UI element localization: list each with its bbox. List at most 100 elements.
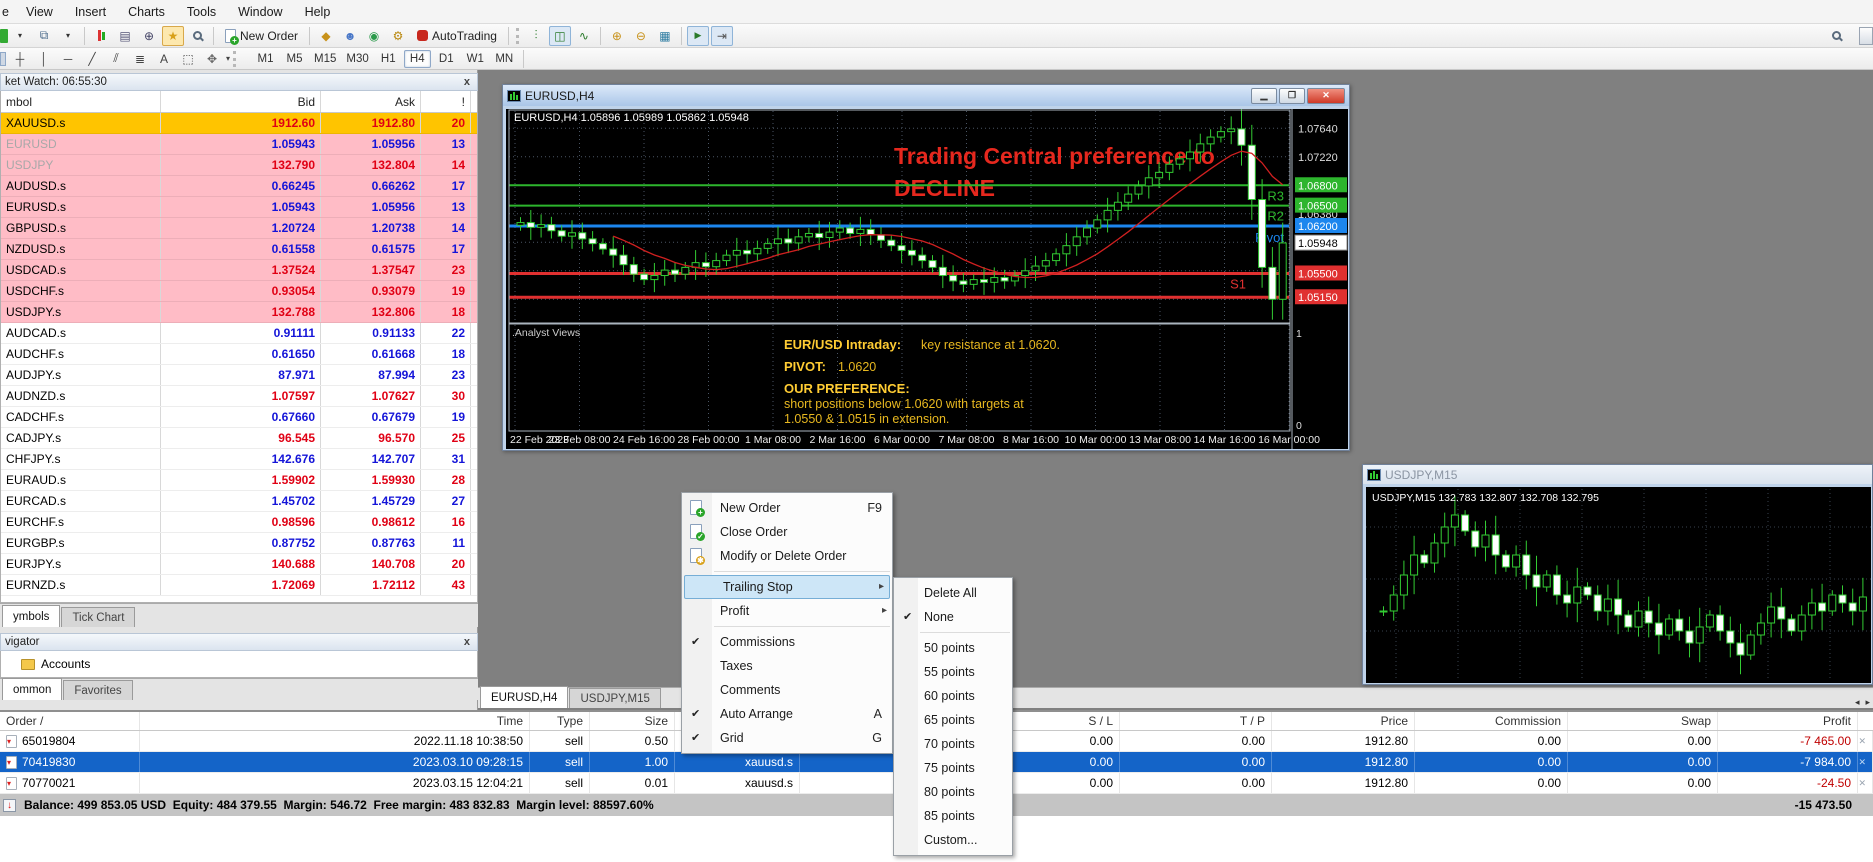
mql-community-icon[interactable]: ☻ <box>339 26 361 46</box>
market-watch-row[interactable]: AUDJPY.s87.97187.99423 <box>1 365 477 386</box>
candlestick-type-icon[interactable]: ◫ <box>549 26 571 46</box>
market-watch-row[interactable]: USDJPY132.790132.80414 <box>1 155 477 176</box>
text-icon[interactable]: A <box>153 49 175 69</box>
usdjpy-chart-area[interactable]: USDJPY,M15 132.783 132.807 132.708 132.7… <box>1366 487 1871 683</box>
menu-item-65points[interactable]: 65 points <box>894 708 1012 732</box>
eurusd-titlebar[interactable]: EURUSD,H4 ▁ ❐ ✕ <box>503 85 1349 106</box>
market-watch-row[interactable]: EURAUD.s1.599021.5993028 <box>1 470 477 491</box>
terminal-col-9[interactable]: Swap <box>1568 712 1718 730</box>
terminal-col-1[interactable]: Time <box>140 712 530 730</box>
trendline-icon[interactable]: ╱ <box>81 49 103 69</box>
menu-item-85points[interactable]: 85 points <box>894 804 1012 828</box>
tab-ymbols[interactable]: ymbols <box>2 605 60 627</box>
market-watch-row[interactable]: NZDUSD.s0.615580.6157517 <box>1 239 477 260</box>
vertical-line-icon[interactable]: │ <box>33 49 55 69</box>
menu-item-window[interactable]: Window <box>227 0 293 24</box>
market-watch-row[interactable]: AUDCHF.s0.616500.6166818 <box>1 344 477 365</box>
search-icon[interactable] <box>1832 31 1841 40</box>
menu-item-60points[interactable]: 60 points <box>894 684 1012 708</box>
chart-shift-icon[interactable]: ⇥ <box>711 26 733 46</box>
new-chart-icon[interactable] <box>0 29 8 43</box>
menu-item-autoarrange[interactable]: ✔Auto ArrangeA <box>682 702 892 726</box>
tab-favorites[interactable]: Favorites <box>63 680 132 700</box>
equidistant-channel-icon[interactable]: ⫽ <box>105 49 127 69</box>
terminal-col-8[interactable]: Commission <box>1415 712 1568 730</box>
zoom-out-icon[interactable]: ⊖ <box>630 26 652 46</box>
terminal-col-2[interactable]: Type <box>530 712 590 730</box>
eurusd-chart-area[interactable]: Trading Central preference toDECLINER3R2… <box>506 109 1348 449</box>
terminal-col-7[interactable]: Price <box>1272 712 1415 730</box>
close-button[interactable]: ✕ <box>1307 88 1345 104</box>
menu-item-75points[interactable]: 75 points <box>894 756 1012 780</box>
timeframe-m1[interactable]: M1 <box>252 50 279 68</box>
menu-item-tools[interactable]: Tools <box>176 0 227 24</box>
market-watch-row[interactable]: EURJPY.s140.688140.70820 <box>1 554 477 575</box>
horizontal-line-icon[interactable]: ─ <box>57 49 79 69</box>
market-watch-row[interactable]: CADJPY.s96.54596.57025 <box>1 428 477 449</box>
mw-col-1[interactable]: Bid <box>161 91 321 112</box>
market-watch-row[interactable]: AUDUSD.s0.662450.6626217 <box>1 176 477 197</box>
restore-button[interactable]: ❐ <box>1279 88 1305 104</box>
order-close-icon[interactable]: ✕ <box>1858 773 1873 793</box>
menu-item-trailingstop[interactable]: Trailing Stop▸ <box>684 575 890 599</box>
timeframe-mn[interactable]: MN <box>491 50 518 68</box>
auto-scroll-icon[interactable]: ▶ <box>687 26 709 46</box>
timeframe-d1[interactable]: D1 <box>433 50 460 68</box>
menu-item-50points[interactable]: 50 points <box>894 636 1012 660</box>
market-watch-close-icon[interactable]: x <box>461 76 473 88</box>
new-order-button[interactable]: +New Order <box>219 26 304 46</box>
terminal-col-10[interactable]: Profit <box>1718 712 1858 730</box>
usdjpy-titlebar[interactable]: USDJPY,M15 <box>1363 465 1872 484</box>
timeframe-m30[interactable]: M30 <box>342 50 372 68</box>
menu-item-taxes[interactable]: Taxes <box>682 654 892 678</box>
metaeditor-icon[interactable]: ◆ <box>315 26 337 46</box>
menu-item-comments[interactable]: Comments <box>682 678 892 702</box>
market-watch-row[interactable]: EURNZD.s1.720691.7211243 <box>1 575 477 596</box>
navigator-toggle-icon[interactable]: ⊕ <box>138 26 160 46</box>
menu-item-modifyordeleteorder[interactable]: ✱Modify or Delete Order <box>682 544 892 568</box>
profiles-icon[interactable]: ⧉ <box>33 26 55 46</box>
fibonacci-icon[interactable]: ≣ <box>129 49 151 69</box>
tab-scroll-left-icon[interactable]: ◂ <box>1852 697 1863 708</box>
market-watch-row[interactable]: CHFJPY.s142.676142.70731 <box>1 449 477 470</box>
expert-advisors-icon[interactable]: ⚙ <box>387 26 409 46</box>
tile-windows-icon[interactable]: ▦ <box>654 26 676 46</box>
menu-item-insert[interactable]: Insert <box>64 0 117 24</box>
menu-item-grid[interactable]: ✔GridG <box>682 726 892 750</box>
market-watch-row[interactable]: CADCHF.s0.676600.6767919 <box>1 407 477 428</box>
text-label-icon[interactable]: ⬚ <box>177 49 199 69</box>
terminal-col-6[interactable]: T / P <box>1120 712 1272 730</box>
chart-tab-eurusdh4[interactable]: EURUSD,H4 <box>480 686 568 708</box>
order-close-icon[interactable]: ✕ <box>1858 752 1873 772</box>
order-close-icon[interactable]: ✕ <box>1858 731 1873 751</box>
timeframe-m5[interactable]: M5 <box>281 50 308 68</box>
menu-item-70points[interactable]: 70 points <box>894 732 1012 756</box>
line-chart-type-icon[interactable]: ∿ <box>573 26 595 46</box>
menu-item-help[interactable]: Help <box>294 0 342 24</box>
market-watch-row[interactable]: XAUUSD.s1912.601912.8020 <box>1 113 477 134</box>
market-watch-row[interactable]: USDCHF.s0.930540.9307919 <box>1 281 477 302</box>
timeframe-h4[interactable]: H4 <box>404 50 431 68</box>
timeframe-m15[interactable]: M15 <box>310 50 340 68</box>
market-watch-row[interactable]: GBPUSD.s1.207241.2073814 <box>1 218 477 239</box>
navigator-close-icon[interactable]: x <box>461 636 473 648</box>
menu-item-charts[interactable]: Charts <box>117 0 176 24</box>
market-watch-row[interactable]: AUDCAD.s0.911110.9113322 <box>1 323 477 344</box>
zoom-in-icon[interactable]: ⊕ <box>606 26 628 46</box>
market-watch-row[interactable]: AUDNZD.s1.075971.0762730 <box>1 386 477 407</box>
terminal-toggle-icon[interactable]: ★ <box>162 26 184 46</box>
data-window-icon[interactable]: ▤ <box>114 26 136 46</box>
menu-item-neworder[interactable]: +New OrderF9 <box>682 496 892 520</box>
market-watch-row[interactable]: EURCAD.s1.457021.4572927 <box>1 491 477 512</box>
menu-item-none[interactable]: ✔None <box>894 605 1012 629</box>
market-watch-icon[interactable] <box>90 26 112 46</box>
menu-item-55points[interactable]: 55 points <box>894 660 1012 684</box>
market-watch-row[interactable]: USDCAD.s1.375241.3754723 <box>1 260 477 281</box>
shapes-dropdown-icon[interactable]: ▾ <box>226 54 230 63</box>
market-watch-row[interactable]: USDJPY.s132.788132.80618 <box>1 302 477 323</box>
autotrading-button[interactable]: AutoTrading <box>411 26 503 46</box>
menu-item-custom[interactable]: Custom... <box>894 828 1012 852</box>
strategy-tester-icon[interactable] <box>186 26 208 46</box>
menu-item-closeorder[interactable]: ✓Close Order <box>682 520 892 544</box>
market-watch-row[interactable]: EURCHF.s0.985960.9861216 <box>1 512 477 533</box>
